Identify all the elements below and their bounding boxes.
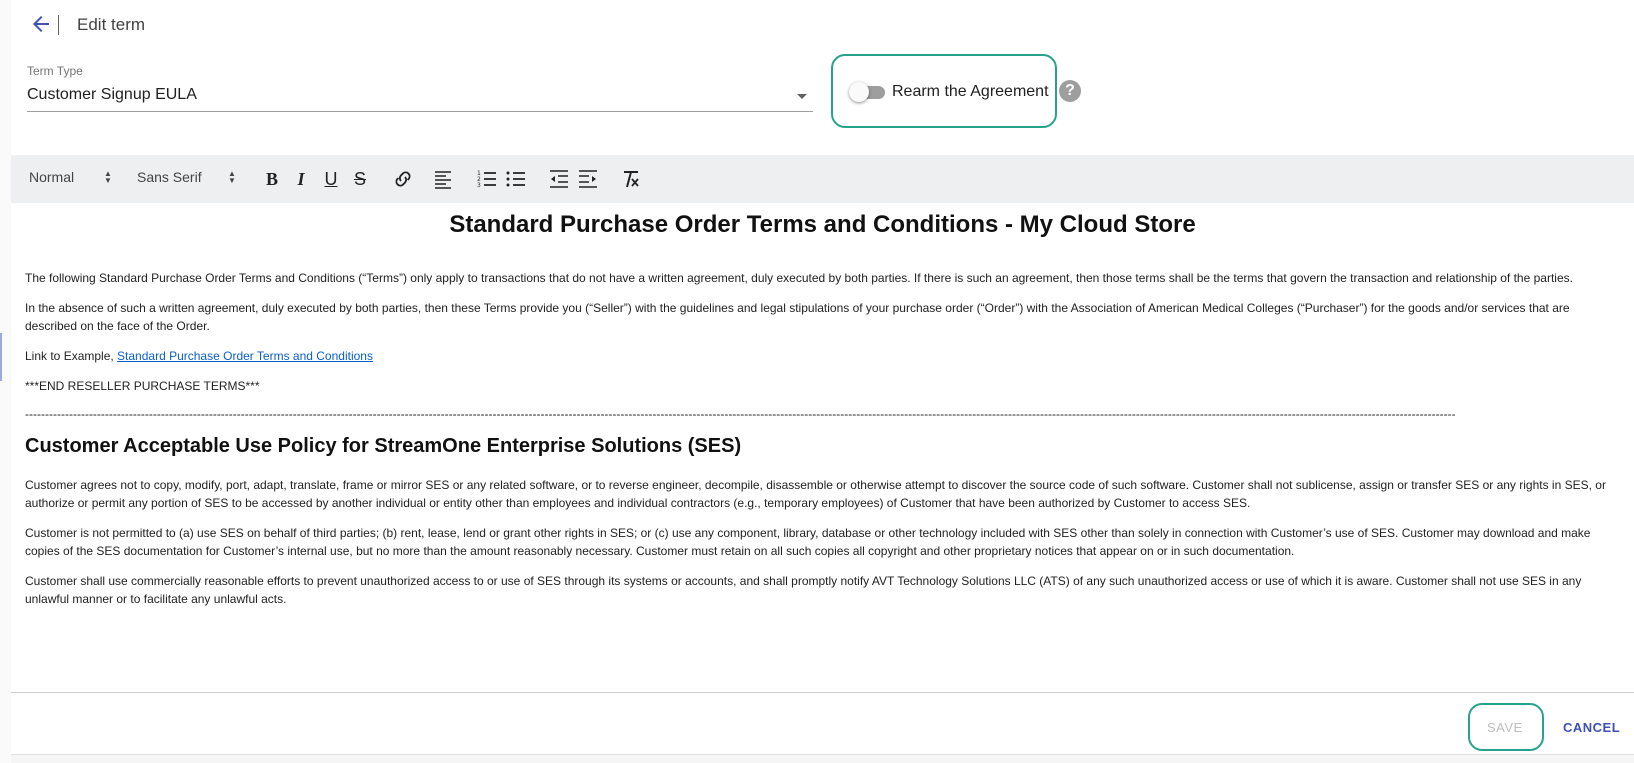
header-divider [58, 15, 59, 35]
edit-term-card: Edit term Term Type Customer Signup EULA… [11, 0, 1634, 755]
up-down-arrows-icon: ▲ ▼ [104, 169, 112, 185]
term-type-value: Customer Signup EULA [27, 86, 197, 103]
rearm-label: Rearm the Agreement [892, 83, 1049, 100]
term-type-label: Term Type [27, 64, 83, 78]
bold-icon[interactable]: B [260, 167, 284, 191]
term-type-select[interactable]: Customer Signup EULA [27, 82, 813, 112]
terms-link[interactable]: Standard Purchase Order Terms and Condit… [117, 349, 373, 363]
indent-icon[interactable] [576, 167, 600, 191]
toggle-thumb [849, 82, 869, 102]
editor-heading: Standard Purchase Order Terms and Condit… [449, 211, 1196, 238]
editor-paragraph: The following Standard Purchase Order Te… [25, 271, 1573, 285]
up-down-arrows-icon: ▲ ▼ [228, 169, 236, 185]
help-circle-icon[interactable]: ? [1059, 80, 1081, 102]
svg-text:3: 3 [477, 182, 481, 189]
clear-format-icon[interactable] [619, 167, 643, 191]
save-button[interactable]: SAVE [1487, 720, 1523, 735]
left-edge [0, 0, 11, 763]
link-paragraph: Link to Example, Standard Purchase Order… [25, 347, 1620, 365]
separator-line: ----------------------------------------… [25, 407, 1455, 421]
dropdown-caret-icon [797, 94, 807, 99]
text-size-select[interactable]: Normal [29, 169, 74, 185]
editor-subheading: Customer Acceptable Use Policy for Strea… [25, 435, 742, 457]
editor-paragraph: Customer agrees not to copy, modify, por… [25, 478, 1606, 510]
text-size-value: Normal [29, 169, 75, 185]
ordered-list-icon[interactable]: 123 [475, 167, 499, 191]
left-scroll-marker [0, 333, 2, 381]
arrow-left-icon[interactable] [29, 12, 53, 36]
end-marker: ***END RESELLER PURCHASE TERMS*** [25, 379, 260, 393]
outdent-icon[interactable] [547, 167, 571, 191]
editor-toolbar: Normal ▲ ▼ Sans Serif ▲ ▼ B I U S 123 [11, 155, 1634, 203]
terms-editor[interactable]: Standard Purchase Order Terms and Condit… [11, 203, 1634, 692]
editor-paragraph: Customer shall use commercially reasonab… [25, 574, 1582, 606]
editor-paragraph: Customer is not permitted to (a) use SES… [25, 526, 1591, 558]
footer-divider [11, 692, 1634, 693]
italic-icon[interactable]: I [289, 167, 313, 191]
font-family-value: Sans Serif [137, 169, 202, 185]
strikethrough-icon[interactable]: S [348, 167, 372, 191]
cancel-button[interactable]: CANCEL [1563, 720, 1620, 735]
align-left-icon[interactable] [431, 167, 455, 191]
font-family-select[interactable]: Sans Serif [137, 169, 202, 185]
link-prefix: Link to Example, [25, 349, 118, 363]
underline-icon[interactable]: U [319, 167, 343, 191]
page-title: Edit term [77, 15, 146, 34]
link-icon[interactable] [391, 167, 415, 191]
rearm-toggle[interactable] [849, 80, 889, 104]
bullet-list-icon[interactable] [504, 167, 528, 191]
editor-paragraph: In the absence of such a written agreeme… [25, 301, 1570, 333]
